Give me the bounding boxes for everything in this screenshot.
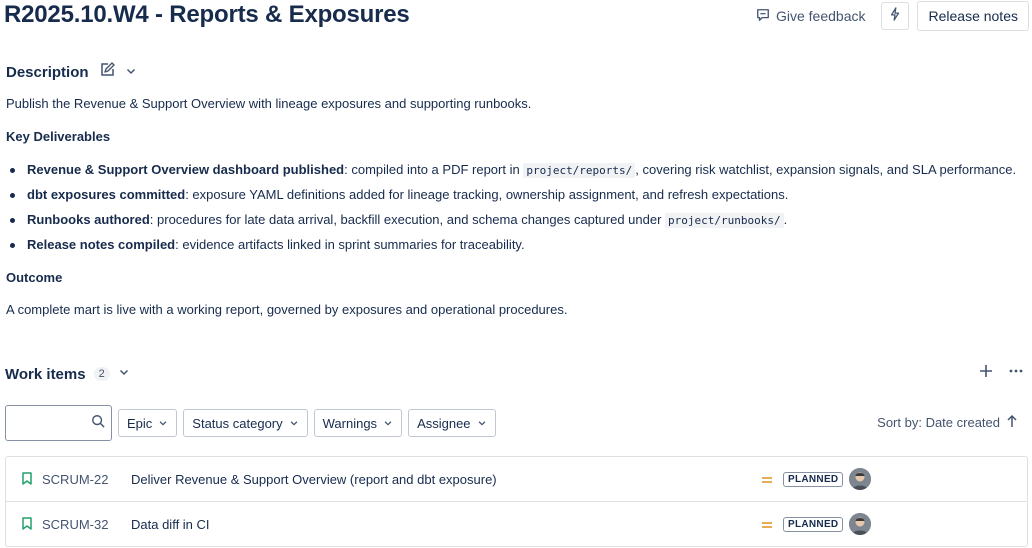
filter-assignee[interactable]: Assignee [408,409,496,437]
code-path: project/runbooks/ [665,213,784,228]
bullet-text: : evidence artifacts linked in sprint su… [175,237,525,252]
filter-label: Epic [127,415,153,431]
chevron-down-icon[interactable] [125,64,137,82]
deliverables-list: Revenue & Support Overview dashboard pub… [6,162,1016,262]
priority-medium-icon [761,518,773,533]
bullet-text: : procedures for late data arrival, back… [149,212,666,227]
search-box [5,405,112,441]
filter-epic[interactable]: Epic [118,409,178,437]
work-items-count: 2 [93,367,110,381]
edit-icon[interactable] [99,62,115,83]
chevron-down-icon [477,416,487,431]
page-title: R2025.10.W4 - Reports & Exposures [4,1,410,28]
chevron-down-icon [158,416,168,431]
bullet-bold: Runbooks authored [27,212,150,227]
list-item: Revenue & Support Overview dashboard pub… [6,162,1016,187]
filter-status-category[interactable]: Status category [183,409,308,437]
automation-button[interactable] [881,2,910,30]
list-item: dbt exposures committed: exposure YAML d… [6,187,1016,212]
work-item-key[interactable]: SCRUM-32 [42,517,108,532]
chevron-down-icon[interactable] [118,365,130,383]
arrow-up-icon [1006,414,1018,431]
table-row[interactable]: SCRUM-22 Deliver Revenue & Support Overv… [6,457,1027,501]
code-path: project/reports/ [523,163,636,178]
feedback-icon [756,8,770,25]
bullet-bold: Release notes compiled [27,237,176,252]
table-row[interactable]: SCRUM-32 Data diff in CI PLANNED [6,501,1027,546]
outcome-heading: Outcome [6,270,63,285]
chevron-down-icon [383,416,393,431]
list-item: Release notes compiled: evidence artifac… [6,237,1016,262]
outcome-text: A complete mart is live with a working r… [6,302,568,317]
filter-label: Status category [192,415,283,431]
description-intro: Publish the Revenue & Support Overview w… [6,96,532,111]
status-badge[interactable]: PLANNED [783,472,844,487]
priority-medium-icon [761,473,773,488]
work-items-header: Work items 2 [5,365,130,383]
bookmark-icon [22,472,32,488]
work-item-key[interactable]: SCRUM-22 [42,472,108,487]
bullet-text: , covering risk watchlist, expansion sig… [635,162,1017,177]
bullet-text: . [783,212,788,227]
key-deliverables-heading: Key Deliverables [6,129,111,144]
search-input[interactable] [7,414,91,432]
sort-label: Sort by: Date created [877,415,1000,430]
filter-label: Warnings [322,415,378,431]
sort-button[interactable]: Sort by: Date created [877,414,1018,431]
bullet-text: : exposure YAML definitions added for li… [185,187,789,202]
filter-label: Assignee [417,415,471,431]
list-item: Runbooks authored: procedures for late d… [6,212,1016,237]
header-actions: Give feedback Release notes [748,1,1029,31]
work-items-toolbar: Epic Status category Warnings Assignee [5,405,496,441]
chevron-down-icon [289,416,299,431]
filter-warnings[interactable]: Warnings [313,409,403,437]
release-notes-button[interactable]: Release notes [917,1,1029,31]
work-items-table: SCRUM-22 Deliver Revenue & Support Overv… [5,456,1028,547]
search-icon [91,414,105,433]
description-heading: Description [6,64,89,81]
lightning-icon [889,6,901,26]
description-header: Description [6,62,137,83]
give-feedback-button[interactable]: Give feedback [748,1,874,31]
give-feedback-label: Give feedback [775,8,866,24]
avatar[interactable] [849,513,871,535]
add-icon[interactable] [978,363,994,379]
work-item-summary[interactable]: Data diff in CI [131,517,210,532]
avatar[interactable] [849,468,871,490]
work-items-heading: Work items [5,365,86,383]
status-badge[interactable]: PLANNED [783,517,844,532]
work-item-summary[interactable]: Deliver Revenue & Support Overview (repo… [131,472,497,487]
bullet-text: : compiled into a PDF report in [344,162,524,177]
work-items-actions [978,363,1024,379]
bookmark-icon [22,517,32,533]
bullet-bold: Revenue & Support Overview dashboard pub… [27,162,345,177]
bullet-bold: dbt exposures committed [27,187,186,202]
more-icon[interactable] [1008,363,1024,379]
